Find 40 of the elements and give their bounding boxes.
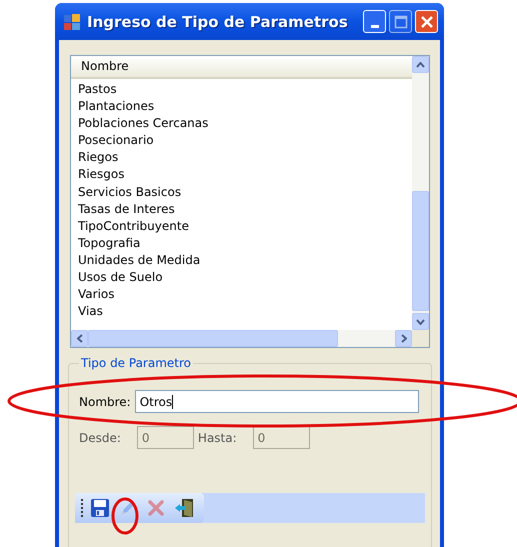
highlight-ellipse — [112, 498, 138, 534]
list-item[interactable]: Plantaciones — [71, 98, 412, 116]
list-item[interactable]: Riesgos — [71, 166, 412, 184]
list-item[interactable]: Topografia — [71, 234, 412, 252]
caret-left-icon — [76, 334, 82, 343]
list-item[interactable]: Riegos — [71, 149, 412, 166]
name-field[interactable]: Otros — [134, 390, 419, 413]
door-icon — [174, 497, 196, 519]
vertical-scrollbar[interactable] — [412, 56, 429, 330]
minimize-button[interactable] — [363, 10, 386, 33]
caret-up-icon — [416, 62, 425, 68]
field-label: Nombre: — [79, 394, 131, 408]
list-item[interactable]: Tasas de Interes — [71, 200, 412, 218]
caret-right-icon — [400, 334, 406, 343]
save-button[interactable] — [88, 496, 112, 520]
list-item[interactable]: Vias — [71, 303, 412, 320]
field-label: Hasta: — [198, 430, 237, 444]
delete-icon — [146, 498, 166, 518]
close-button[interactable] — [415, 10, 438, 33]
list-item[interactable]: Usos de Suelo — [71, 269, 412, 286]
group-title: Tipo de Parametro — [80, 356, 192, 370]
horizontal-scrollbar[interactable] — [71, 330, 429, 347]
list-item[interactable]: Varios — [71, 286, 412, 304]
list-item[interactable]: Servicios Basicos — [71, 184, 412, 201]
list-item[interactable]: Posecionario — [71, 132, 412, 150]
caret-down-icon — [416, 318, 425, 324]
grip-icon[interactable] — [80, 497, 84, 519]
app-icon — [63, 12, 81, 30]
maximize-button[interactable] — [389, 10, 412, 33]
minimize-icon — [370, 25, 378, 28]
list-item[interactable]: Poblaciones Cercanas — [71, 115, 412, 132]
list-item[interactable]: Unidades de Medida — [71, 252, 412, 270]
field-label: Desde: — [79, 430, 121, 444]
list-item[interactable]: TipoContribuyente — [71, 218, 412, 235]
list-item[interactable]: Pastos — [71, 81, 412, 98]
close-icon — [420, 14, 434, 28]
column-header[interactable]: Nombre — [71, 56, 412, 79]
maximize-icon — [394, 14, 408, 28]
window-title: Ingreso de Tipo de Parametros — [87, 12, 349, 30]
scrollbar-corner — [412, 330, 429, 347]
